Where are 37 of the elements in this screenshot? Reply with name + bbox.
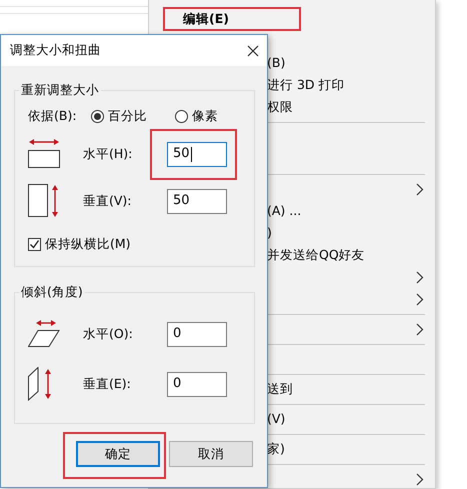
radio-option[interactable]: 像素 xyxy=(175,106,218,126)
chevron-icon[interactable] xyxy=(416,323,424,336)
resize-height-icon xyxy=(28,184,60,218)
menu-item[interactable]: 编辑(E) xyxy=(183,10,229,28)
chevron-icon[interactable] xyxy=(416,183,424,196)
checkbox[interactable] xyxy=(28,238,41,250)
field-label: 依据(B): xyxy=(28,106,78,125)
menu-item[interactable]: 送到 xyxy=(267,380,293,398)
close-icon[interactable] xyxy=(247,44,259,56)
menu-item[interactable]: 权限 xyxy=(267,98,293,116)
input-field[interactable]: 50 xyxy=(167,142,227,166)
menu-item[interactable]: 并发送给QQ好友 xyxy=(267,246,365,264)
field-label: 水平(H): xyxy=(83,144,134,163)
input-field[interactable]: 0 xyxy=(167,322,227,346)
input-field[interactable]: 50 xyxy=(167,188,227,214)
chevron-icon[interactable] xyxy=(416,271,424,284)
skew-horizontal-icon xyxy=(28,320,60,348)
menu-item[interactable]: ) xyxy=(267,224,272,242)
cancel-button[interactable]: 取消 xyxy=(169,441,253,467)
window-title: 调整大小和扭曲 xyxy=(10,41,101,60)
menu-item[interactable]: 家) xyxy=(267,440,285,458)
group-title: 重新调整大小 xyxy=(19,82,101,98)
field-label: 水平(O): xyxy=(83,324,134,343)
input-field[interactable]: 0 xyxy=(167,372,227,396)
radio-option[interactable]: 百分比 xyxy=(91,106,175,126)
group-title: 倾斜(角度) xyxy=(19,284,85,300)
chevron-icon[interactable] xyxy=(416,473,424,486)
menu-item[interactable]: (A) ... xyxy=(267,202,302,220)
field-label: 垂直(V): xyxy=(83,192,133,210)
menu-item[interactable]: (B) xyxy=(267,54,286,72)
ok-button[interactable]: 确定 xyxy=(76,441,160,467)
resize-width-icon xyxy=(28,139,60,169)
field-label: 垂直(E): xyxy=(83,374,132,393)
menu-item[interactable]: (V) xyxy=(267,410,286,428)
chevron-icon[interactable] xyxy=(416,293,424,306)
menu-item[interactable]: 进行 3D 打印 xyxy=(267,76,345,94)
checkbox-label[interactable]: 保持纵横比(M) xyxy=(45,234,131,254)
